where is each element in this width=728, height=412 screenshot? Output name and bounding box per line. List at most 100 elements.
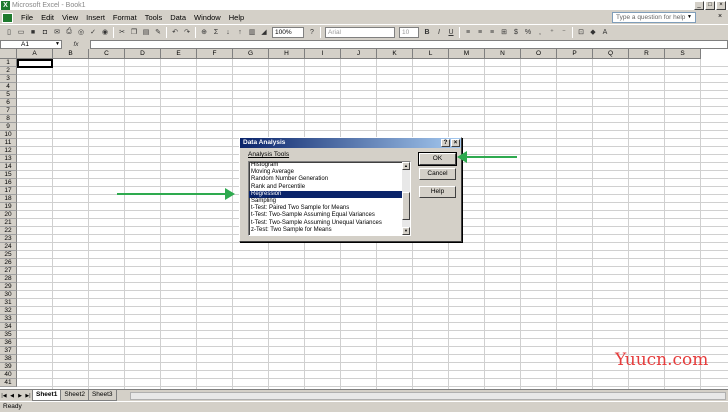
autosum-icon[interactable]: Σ	[210, 27, 222, 38]
copy-icon[interactable]: ❐	[128, 27, 140, 38]
spelling-icon[interactable]: ✓	[87, 27, 99, 38]
format-painter-icon[interactable]: ✎	[152, 27, 164, 38]
sheet-tab-1[interactable]: Sheet1	[32, 390, 62, 401]
sort-desc-icon[interactable]: ↑	[234, 27, 246, 38]
new-icon[interactable]: ▯	[3, 27, 15, 38]
active-cell[interactable]	[17, 59, 53, 68]
increase-decimal-icon[interactable]: ⁺	[546, 27, 558, 38]
row-header-32[interactable]: 32	[0, 307, 17, 315]
print-icon[interactable]: ⎙	[63, 27, 75, 38]
row-header-31[interactable]: 31	[0, 299, 17, 307]
row-header-6[interactable]: 6	[0, 99, 17, 107]
column-header-p[interactable]: P	[557, 49, 593, 59]
italic-icon[interactable]: I	[433, 27, 445, 38]
currency-icon[interactable]: $	[510, 27, 522, 38]
font-size-select[interactable]: 10	[399, 26, 419, 38]
menu-help[interactable]: Help	[225, 13, 248, 22]
column-header-i[interactable]: I	[305, 49, 341, 59]
row-header-1[interactable]: 1	[0, 59, 17, 67]
row-header-5[interactable]: 5	[0, 91, 17, 99]
scroll-thumb[interactable]	[402, 192, 410, 220]
row-header-2[interactable]: 2	[0, 67, 17, 75]
borders-icon[interactable]: ⊡	[575, 27, 587, 38]
permission-icon[interactable]: ◘	[39, 27, 51, 38]
row-header-36[interactable]: 36	[0, 339, 17, 347]
list-item[interactable]: Regression	[249, 190, 410, 198]
row-header-28[interactable]: 28	[0, 275, 17, 283]
merge-center-icon[interactable]: ⊞	[498, 27, 510, 38]
insert-function-icon[interactable]: fx	[62, 41, 90, 48]
minimize-button[interactable]: _	[694, 1, 704, 10]
prev-sheet-icon[interactable]: ◀	[8, 393, 16, 399]
save-icon[interactable]: ■	[27, 27, 39, 38]
column-header-l[interactable]: L	[413, 49, 449, 59]
redo-icon[interactable]: ↷	[181, 27, 193, 38]
row-header-22[interactable]: 22	[0, 227, 17, 235]
column-header-c[interactable]: C	[89, 49, 125, 59]
list-scrollbar[interactable]: ▲ ▼	[402, 162, 410, 235]
row-header-11[interactable]: 11	[0, 139, 17, 147]
column-header-m[interactable]: M	[449, 49, 485, 59]
row-header-7[interactable]: 7	[0, 107, 17, 115]
row-header-33[interactable]: 33	[0, 315, 17, 323]
row-header-30[interactable]: 30	[0, 291, 17, 299]
drawing-icon[interactable]: ◢	[258, 27, 270, 38]
menu-file[interactable]: File	[17, 13, 37, 22]
menu-data[interactable]: Data	[166, 13, 190, 22]
row-header-12[interactable]: 12	[0, 147, 17, 155]
font-select[interactable]: Arial	[325, 26, 395, 38]
ok-button[interactable]: OK	[418, 152, 457, 166]
sheet-tab-2[interactable]: Sheet2	[60, 390, 89, 401]
align-right-icon[interactable]: ≡	[486, 27, 498, 38]
sort-asc-icon[interactable]: ↓	[222, 27, 234, 38]
row-header-23[interactable]: 23	[0, 235, 17, 243]
row-header-15[interactable]: 15	[0, 171, 17, 179]
column-header-a[interactable]: A	[17, 49, 53, 59]
row-header-4[interactable]: 4	[0, 83, 17, 91]
horizontal-scrollbar[interactable]	[130, 392, 726, 400]
column-header-e[interactable]: E	[161, 49, 197, 59]
menu-format[interactable]: Format	[109, 13, 141, 22]
fill-color-icon[interactable]: ◆	[587, 27, 599, 38]
column-header-r[interactable]: R	[629, 49, 665, 59]
row-header-27[interactable]: 27	[0, 267, 17, 275]
column-header-h[interactable]: H	[269, 49, 305, 59]
close-button[interactable]: ×	[716, 1, 726, 10]
hyperlink-icon[interactable]: ⊕	[198, 27, 210, 38]
dialog-close-icon[interactable]: ×	[451, 139, 460, 147]
row-header-38[interactable]: 38	[0, 355, 17, 363]
column-header-q[interactable]: Q	[593, 49, 629, 59]
sheet-tab-3[interactable]: Sheet3	[87, 390, 117, 401]
row-header-3[interactable]: 3	[0, 75, 17, 83]
workbook-icon[interactable]	[2, 12, 13, 23]
row-header-9[interactable]: 9	[0, 123, 17, 131]
scroll-up-icon[interactable]: ▲	[402, 162, 410, 170]
paste-icon[interactable]: ▤	[140, 27, 152, 38]
scroll-down-icon[interactable]: ▼	[402, 227, 410, 235]
row-header-18[interactable]: 18	[0, 195, 17, 203]
menu-tools[interactable]: Tools	[141, 13, 167, 22]
email-icon[interactable]: ✉	[51, 27, 63, 38]
menu-edit[interactable]: Edit	[37, 13, 58, 22]
row-header-24[interactable]: 24	[0, 243, 17, 251]
list-item[interactable]: Random Number Generation	[249, 176, 410, 183]
row-header-35[interactable]: 35	[0, 331, 17, 339]
row-header-41[interactable]: 41	[0, 379, 17, 387]
column-header-s[interactable]: S	[665, 49, 701, 59]
underline-icon[interactable]: U	[445, 27, 457, 38]
menu-window[interactable]: Window	[190, 13, 225, 22]
comma-icon[interactable]: ,	[534, 27, 546, 38]
row-header-34[interactable]: 34	[0, 323, 17, 331]
select-all-corner[interactable]	[0, 49, 17, 59]
row-header-17[interactable]: 17	[0, 187, 17, 195]
cut-icon[interactable]: ✂	[116, 27, 128, 38]
row-header-8[interactable]: 8	[0, 115, 17, 123]
open-icon[interactable]: ▭	[15, 27, 27, 38]
list-item[interactable]: Rank and Percentile	[249, 184, 410, 191]
next-sheet-icon[interactable]: ▶	[16, 393, 24, 399]
row-header-39[interactable]: 39	[0, 363, 17, 371]
row-header-16[interactable]: 16	[0, 179, 17, 187]
help-button[interactable]: Help	[419, 186, 456, 198]
ask-question-input[interactable]: Type a question for help	[612, 12, 696, 23]
row-header-29[interactable]: 29	[0, 283, 17, 291]
